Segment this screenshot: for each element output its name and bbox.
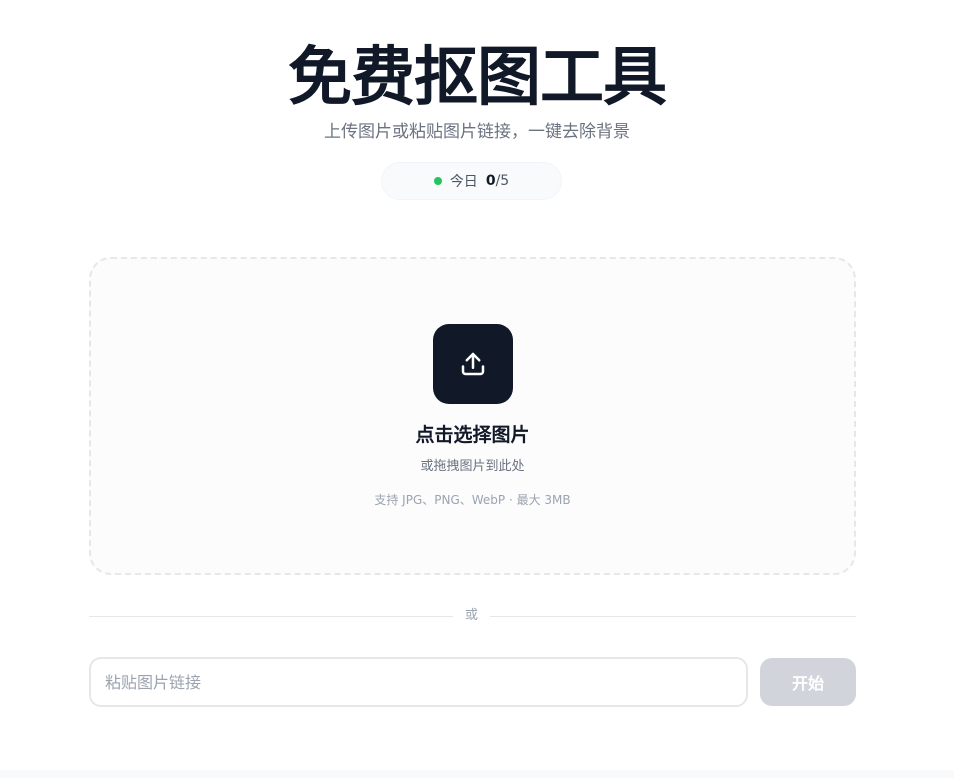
- quota-label: 今日: [449, 174, 478, 190]
- page: 免费抠图工具 上传图片或粘贴图片链接，一键去除背景 今日 0/5 点击选择图片 …: [0, 0, 954, 778]
- upload-dropzone[interactable]: 点击选择图片 或拖拽图片到此处 支持 JPG、PNG、WebP · 最大 3MB: [89, 257, 856, 575]
- daily-quota-badge: 今日 0/5: [381, 162, 562, 200]
- dropzone-format-hint: 支持 JPG、PNG、WebP · 最大 3MB: [374, 493, 571, 507]
- start-button[interactable]: 开始: [760, 658, 856, 706]
- quota-limit: /5: [495, 173, 510, 189]
- page-subtitle: 上传图片或粘贴图片链接，一键去除背景: [324, 122, 630, 142]
- upload-button[interactable]: [433, 324, 513, 404]
- upload-icon: [461, 352, 485, 376]
- divider-line-right: [490, 616, 856, 617]
- page-title: 免费抠图工具: [288, 41, 667, 115]
- image-url-input[interactable]: [89, 657, 748, 707]
- dropzone-subtitle: 或拖拽图片到此处: [420, 459, 525, 474]
- status-dot-icon: [433, 177, 442, 185]
- divider-or-text: 或: [464, 608, 478, 623]
- divider-line-left: [89, 616, 453, 617]
- footer-strip: [0, 770, 954, 778]
- quota-count: 0/5: [486, 173, 509, 189]
- quota-used: 0: [485, 173, 496, 189]
- dropzone-title: 点击选择图片: [415, 424, 530, 446]
